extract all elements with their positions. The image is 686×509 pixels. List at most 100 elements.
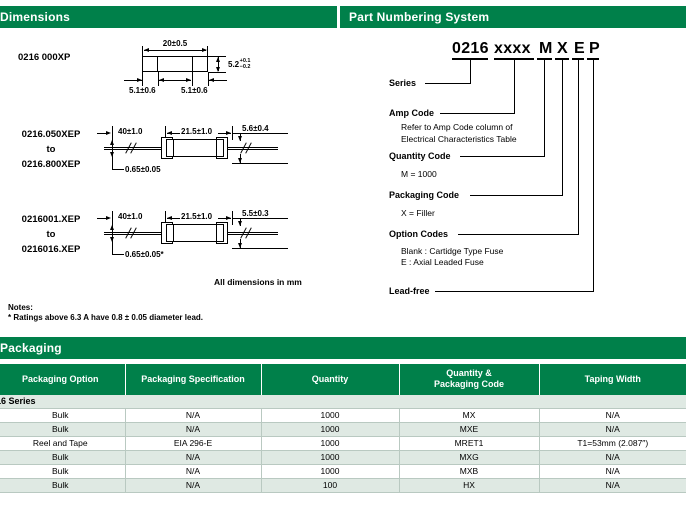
drawing-2-part-label-3: 0216.800XEP — [21, 159, 81, 170]
cell-option: Bulk — [0, 478, 126, 493]
cell-quantity: 1000 — [261, 436, 400, 451]
packaging-table-body: 16 Series Bulk N/A 1000 MX N/A Bulk N/A … — [0, 394, 686, 493]
lead-dia-arrow-u-3 — [110, 225, 114, 230]
drawing-2-body-length-dim: 21.5±1.0 — [181, 127, 213, 136]
lead-dia-arrow-d-3 — [110, 237, 114, 242]
drawing-1-cap-right-dim: 5.1±0.6 — [181, 86, 208, 95]
pn-seg-leadfree: P — [589, 40, 600, 57]
body-dia-arrow-d2-2 — [238, 158, 242, 163]
table-row: Bulk N/A 1000 MX N/A — [0, 408, 686, 423]
body-dia-arrow-d-2 — [238, 136, 242, 141]
cell-option: Reel and Tape — [0, 436, 126, 451]
pn-leader-v-option — [578, 58, 579, 234]
break-left-2b — [130, 142, 137, 154]
all-dimensions-note: All dimensions in mm — [214, 277, 302, 287]
col-packaging-option: Packaging Option — [0, 364, 126, 395]
pn-label-amp-code: Amp Code — [389, 108, 434, 118]
drawing-2-lead-length-dim: 40±1.0 — [118, 127, 143, 136]
fuse-cap-right — [192, 56, 208, 72]
label-leader-arrow-3 — [106, 216, 111, 220]
cell-option: Bulk — [0, 450, 126, 465]
pn-leader-h-series — [425, 83, 471, 84]
lead-dia-leader-2 — [112, 169, 124, 170]
pn-label-packaging-code: Packaging Code — [389, 190, 460, 200]
arrow-3body-r — [226, 216, 231, 220]
arrow-left-1 — [144, 48, 149, 52]
drawing-3-part-label-1: 0216001.XEP — [21, 214, 81, 225]
drawing-3-part-label-2: to — [46, 229, 56, 240]
dimensions-title: Dimensions — [0, 10, 71, 24]
cell-code: MX — [399, 408, 540, 423]
table-row: Bulk N/A 1000 MXB N/A — [0, 464, 686, 479]
col-qty-pkg-line1: Quantity & — [446, 368, 492, 378]
pn-seg-qty: M — [539, 40, 553, 57]
datasheet-page: Dimensions Part Numbering System 0216 00… — [0, 0, 686, 509]
cell-quantity: 1000 — [261, 450, 400, 465]
break-right-3b — [245, 227, 252, 239]
ext-b3 — [192, 72, 193, 86]
drawing-3-lead-length-dim: 40±1.0 — [118, 212, 143, 221]
tol-minus: −0.2 — [239, 63, 251, 70]
table-row: Reel and Tape EIA 296-E 1000 MRET1 T1=53… — [0, 436, 686, 451]
diameter-value: 5.2 — [228, 59, 240, 69]
body-dia-arrow-d2-3 — [238, 243, 242, 248]
cell-taping: N/A — [539, 450, 686, 465]
ext-line-bot-h1 — [208, 72, 226, 73]
cell-taping: T1=53mm (2.087″) — [539, 436, 686, 451]
col-taping-width: Taping Width — [539, 364, 686, 395]
fuse-body-3 — [172, 224, 218, 242]
fuse-cap-left-3b — [166, 224, 174, 242]
pn-leader-h-qty — [460, 156, 545, 157]
pn-label-quantity-code: Quantity Code — [389, 151, 451, 161]
drawing-1-cap-left-dim: 5.1±0.6 — [129, 86, 156, 95]
pn-leader-v-pkg — [562, 58, 563, 195]
drawing-3-body-length-dim: 21.5±1.0 — [181, 212, 213, 221]
drawing-1-part-label: 0216 000XP — [18, 52, 71, 63]
cell-option: Bulk — [0, 408, 126, 423]
lead-dia-arrow-u-2 — [110, 140, 114, 145]
break-right-2b — [245, 142, 252, 154]
body-dia-bot-2 — [232, 163, 288, 164]
cell-option: Bulk — [0, 422, 126, 437]
arrow-down-h1 — [216, 67, 220, 72]
drawing-3-body-diameter-dim: 5.5±0.3 — [242, 209, 269, 218]
cell-taping: N/A — [539, 408, 686, 423]
pn-leader-v-leadfree — [593, 58, 594, 291]
pn-detail-amp-2: Electrical Characteristics Table — [401, 134, 517, 144]
packaging-table-header-row: Packaging Option Packaging Specification… — [0, 364, 686, 395]
packaging-section-header: Packaging — [0, 337, 686, 359]
cell-code: MXE — [399, 422, 540, 437]
cell-spec: N/A — [125, 464, 262, 479]
cell-quantity: 1000 — [261, 408, 400, 423]
part-numbering-title: Part Numbering System — [349, 10, 490, 24]
col-packaging-specification: Packaging Specification — [125, 364, 262, 395]
pn-label-lead-free: Lead-free — [389, 286, 430, 296]
table-row: Bulk N/A 1000 MXE N/A — [0, 422, 686, 437]
cell-code: MXG — [399, 450, 540, 465]
packaging-title: Packaging — [0, 341, 62, 355]
packaging-table: Packaging Option Packaging Specification… — [0, 364, 686, 493]
dim-line-1 — [144, 50, 206, 51]
pn-seg-option: E — [574, 40, 585, 57]
fuse-body-2 — [172, 139, 218, 157]
cell-quantity: 100 — [261, 478, 400, 493]
pn-seg-amp: xxxx — [494, 40, 531, 57]
ext-b1 — [142, 72, 143, 86]
cell-spec: N/A — [125, 450, 262, 465]
table-group-row: 16 Series — [0, 394, 686, 409]
col-quantity-packaging-code: Quantity & Packaging Code — [399, 364, 540, 395]
lead-dia-leader-3 — [112, 254, 124, 255]
diameter-tolerance: +0.1 −0.2 — [239, 58, 251, 71]
pn-leader-v-amp — [514, 58, 515, 113]
cell-quantity: 1000 — [261, 422, 400, 437]
arrow-2body-l — [167, 131, 172, 135]
pn-label-option-codes: Option Codes — [389, 229, 448, 239]
drawing-3-lead-diameter-dim: 0.65±0.05* — [125, 250, 164, 259]
pn-leader-h-option — [458, 234, 579, 235]
pn-detail-packaging-1: X = Filler — [401, 208, 435, 218]
pn-detail-quantity-1: M = 1000 — [401, 169, 437, 179]
cell-taping: N/A — [539, 422, 686, 437]
drawing-2-lead-diameter-dim: 0.65±0.05 — [125, 165, 161, 174]
group-label: 16 Series — [0, 394, 686, 409]
dimensions-section-header: Dimensions — [0, 6, 337, 28]
